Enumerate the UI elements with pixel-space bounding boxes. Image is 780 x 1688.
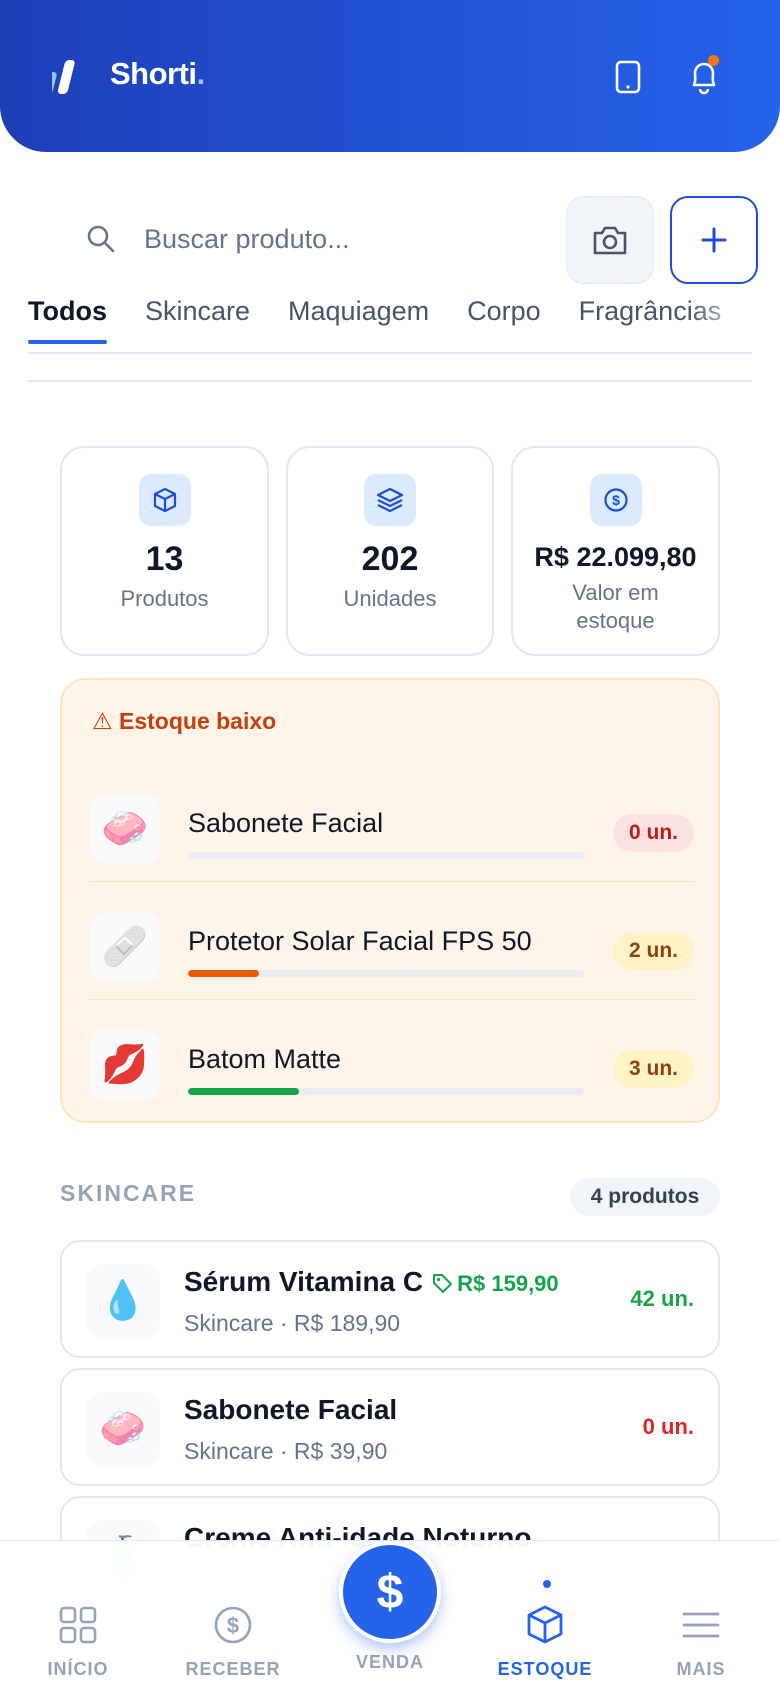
product-meta: Skincare · R$ 39,90	[184, 1438, 388, 1464]
logo-icon	[52, 60, 75, 94]
divider	[28, 380, 752, 382]
product-name: Batom Matte	[188, 1044, 342, 1074]
search-bar[interactable]	[60, 196, 560, 282]
nav-label: INÍCIO	[47, 1659, 109, 1679]
product-card[interactable]: 💧 Sérum Vitamina C R$ 159,90 Skincare · R…	[60, 1240, 720, 1358]
sell-button[interactable]: $	[339, 1541, 441, 1643]
stock-qty-badge: 0 un.	[612, 814, 694, 852]
product-name: Sérum Vitamina C	[184, 1266, 424, 1297]
product-name: Sabonete Facial	[184, 1394, 398, 1425]
nav-inicio[interactable]: INÍCIO	[18, 1603, 138, 1680]
product-thumbnail: 🧼	[90, 794, 160, 864]
nav-mais[interactable]: MAIS	[641, 1603, 761, 1680]
app-header: Shorti.	[0, 0, 780, 152]
product-name: Sabonete Facial	[188, 808, 384, 838]
low-stock-title: ⚠ Estoque baixo	[92, 708, 277, 734]
notification-dot	[708, 55, 719, 66]
low-stock-item[interactable]: 🧼 Sabonete Facial 0 un.	[90, 764, 694, 882]
stat-card-units: 202 Unidades	[286, 446, 494, 656]
nav-label: MAIS	[676, 1659, 726, 1679]
product-card[interactable]: 🧼 Sabonete Facial Skincare · R$ 39,90 0 …	[60, 1368, 720, 1486]
product-qty: 0 un.	[642, 1414, 694, 1439]
nav-estoque[interactable]: ESTOQUE	[485, 1603, 605, 1680]
nav-receber[interactable]: $ RECEBER	[173, 1603, 293, 1680]
product-thumbnail: 🧼	[86, 1392, 160, 1466]
stat-value: R$ 22.099,80	[534, 542, 697, 572]
stat-card-stock-value: $ R$ 22.099,80 Valor em estoque	[511, 446, 720, 656]
low-stock-item[interactable]: 🩹 Protetor Solar Facial FPS 50 2 un.	[90, 882, 694, 1000]
stat-label: Valor em estoque	[572, 580, 659, 633]
tab-todos[interactable]: Todos	[28, 296, 107, 344]
stat-value: 202	[361, 540, 419, 578]
app-logo: Shorti.	[110, 56, 205, 91]
dollar-circle-icon: $	[589, 474, 642, 526]
category-tabs: Todos Skincare Maquiagem Corpo Fragrâncias	[28, 296, 752, 354]
menu-icon	[641, 1603, 761, 1647]
grid-icon	[18, 1603, 138, 1647]
dollar-icon: $	[376, 1565, 404, 1619]
tab-skincare[interactable]: Skincare	[145, 296, 250, 343]
stat-label: Produtos	[120, 586, 209, 611]
search-icon	[86, 224, 126, 254]
dollar-circle-icon: $	[173, 1603, 293, 1647]
product-meta: Skincare · R$ 189,90	[184, 1310, 401, 1336]
camera-scan-button[interactable]	[566, 196, 654, 284]
nav-label: ESTOQUE	[497, 1659, 593, 1679]
box-icon	[138, 474, 191, 526]
stock-qty-badge: 2 un.	[612, 932, 694, 970]
low-stock-panel: ⚠ Estoque baixo 🧼 Sabonete Facial 0 un. …	[60, 678, 720, 1123]
stat-label: Unidades	[343, 586, 437, 611]
search-input[interactable]	[144, 223, 524, 255]
promo-price: R$ 159,90	[431, 1271, 559, 1296]
svg-text:$: $	[227, 1613, 239, 1638]
plus-icon	[701, 227, 727, 253]
product-qty: 42 un.	[630, 1286, 694, 1311]
stock-level-bar	[188, 1088, 584, 1095]
stock-level-bar	[188, 970, 584, 977]
nav-label-venda: VENDA	[355, 1652, 424, 1672]
stock-level-bar	[188, 852, 584, 859]
stat-value: 13	[145, 540, 184, 578]
section-count-badge: 4 produtos	[570, 1178, 720, 1216]
section-title: SKINCARE	[60, 1180, 197, 1206]
nav-label: RECEBER	[185, 1659, 281, 1679]
low-stock-item[interactable]: 💋 Batom Matte 3 un.	[90, 1000, 694, 1118]
stock-qty-badge: 3 un.	[612, 1050, 694, 1088]
product-thumbnail: 🩹	[90, 912, 160, 982]
box-icon	[485, 1603, 605, 1647]
product-thumbnail: 💋	[90, 1030, 160, 1100]
product-thumbnail: 💧	[86, 1264, 160, 1338]
svg-text:$: $	[612, 492, 620, 508]
smartphone-icon	[615, 60, 641, 94]
tab-corpo[interactable]: Corpo	[467, 296, 541, 343]
tabs-fade	[690, 296, 752, 346]
notifications-button[interactable]	[679, 52, 729, 102]
tab-maquiagem[interactable]: Maquiagem	[288, 296, 429, 343]
device-button[interactable]	[603, 52, 653, 102]
stat-card-products: 13 Produtos	[60, 446, 269, 656]
add-product-button[interactable]	[670, 196, 758, 284]
product-name: Protetor Solar Facial FPS 50	[188, 926, 532, 956]
product-name-row: Sérum Vitamina C R$ 159,90	[184, 1266, 559, 1298]
layers-icon	[364, 474, 416, 526]
camera-icon	[593, 226, 627, 255]
active-tab-indicator	[543, 1580, 551, 1588]
tag-icon	[433, 1274, 453, 1293]
